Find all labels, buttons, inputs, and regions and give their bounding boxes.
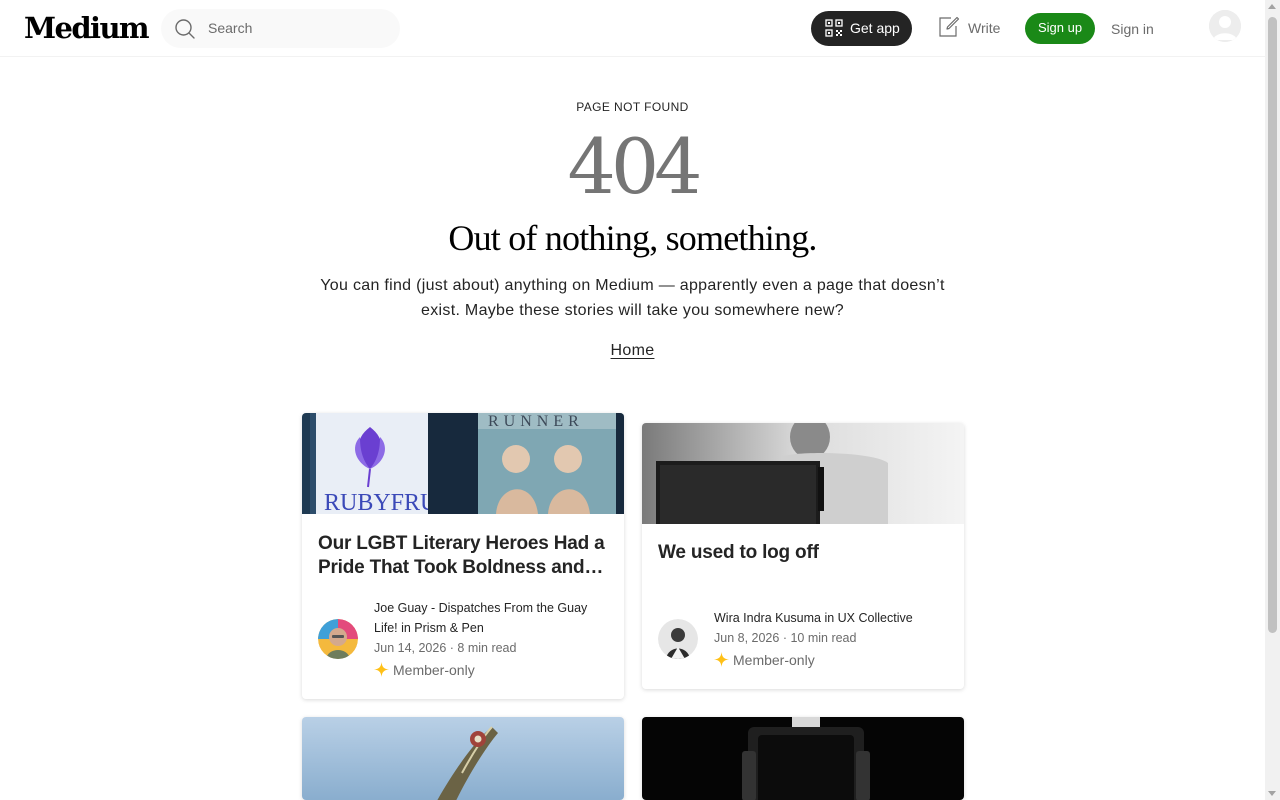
story-meta: Jun 14, 2026 · 8 min read bbox=[374, 641, 517, 655]
search-icon bbox=[175, 19, 195, 39]
book-title-right: RUNNER bbox=[488, 413, 584, 430]
qr-code-icon bbox=[825, 19, 843, 37]
home-link-wrap: Home bbox=[0, 342, 1265, 360]
star-icon bbox=[374, 662, 389, 677]
story-image bbox=[642, 423, 964, 524]
member-only-badge: Member-only bbox=[714, 652, 815, 668]
story-date: Jun 8, 2026 bbox=[714, 631, 780, 645]
scroll-up-arrow[interactable] bbox=[1268, 4, 1276, 9]
story-meta: Jun 8, 2026 · 10 min read bbox=[714, 631, 857, 645]
page-scrollbar[interactable] bbox=[1265, 0, 1280, 800]
get-app-button[interactable]: Get app bbox=[811, 11, 912, 46]
story-read-time: 8 min read bbox=[457, 641, 517, 655]
user-placeholder-icon bbox=[1209, 10, 1241, 42]
story-title[interactable]: We used to log off bbox=[658, 541, 950, 567]
user-avatar[interactable] bbox=[1209, 10, 1241, 42]
sign-up-label: Sign up bbox=[1037, 20, 1083, 35]
medium-logo[interactable]: Medium bbox=[24, 11, 150, 45]
sign-in-link[interactable]: Sign in bbox=[1111, 21, 1154, 37]
scroll-down-arrow[interactable] bbox=[1268, 791, 1276, 796]
story-card[interactable]: We used to log off Wira Indra Kusuma in … bbox=[642, 423, 964, 689]
story-card[interactable] bbox=[302, 717, 624, 800]
author-name[interactable]: Joe Guay - Dispatches From the Guay Life… bbox=[374, 598, 610, 638]
top-navbar: Medium Search Get app Write Sign up Sign… bbox=[0, 0, 1265, 57]
error-code: 404 bbox=[567, 122, 702, 211]
story-card[interactable] bbox=[642, 717, 964, 800]
member-only-label: Member-only bbox=[393, 662, 475, 678]
story-image bbox=[642, 717, 964, 800]
member-only-label: Member-only bbox=[733, 652, 815, 668]
story-card[interactable]: RUBYFRUIT RUNNER Our LGBT Literary Heroe… bbox=[302, 413, 624, 699]
author-name[interactable]: Wira Indra Kusuma in UX Collective bbox=[714, 608, 950, 628]
author-avatar[interactable] bbox=[318, 619, 358, 659]
story-image: RUBYFRUIT RUNNER bbox=[302, 413, 624, 514]
star-icon bbox=[714, 652, 729, 667]
page-description: You can find (just about) anything on Me… bbox=[320, 277, 945, 319]
story-image bbox=[302, 717, 624, 800]
home-link[interactable]: Home bbox=[611, 342, 655, 359]
story-read-time: 10 min read bbox=[790, 631, 857, 645]
search-input[interactable]: Search bbox=[161, 9, 400, 48]
member-only-badge: Member-only bbox=[374, 662, 475, 678]
page-title: Out of nothing, something. bbox=[448, 218, 817, 258]
author-avatar[interactable] bbox=[658, 619, 698, 659]
scrollbar-thumb[interactable] bbox=[1268, 17, 1277, 633]
get-app-label: Get app bbox=[850, 20, 900, 36]
sign-up-button[interactable]: Sign up bbox=[1025, 13, 1095, 44]
page-not-found-label: PAGE NOT FOUND bbox=[576, 100, 689, 114]
write-label: Write bbox=[968, 20, 1001, 36]
story-title[interactable]: Our LGBT Literary Heroes Had a Pride Tha… bbox=[318, 532, 610, 580]
write-icon bbox=[939, 16, 960, 37]
search-placeholder: Search bbox=[208, 20, 253, 36]
story-date: Jun 14, 2026 bbox=[374, 641, 447, 655]
